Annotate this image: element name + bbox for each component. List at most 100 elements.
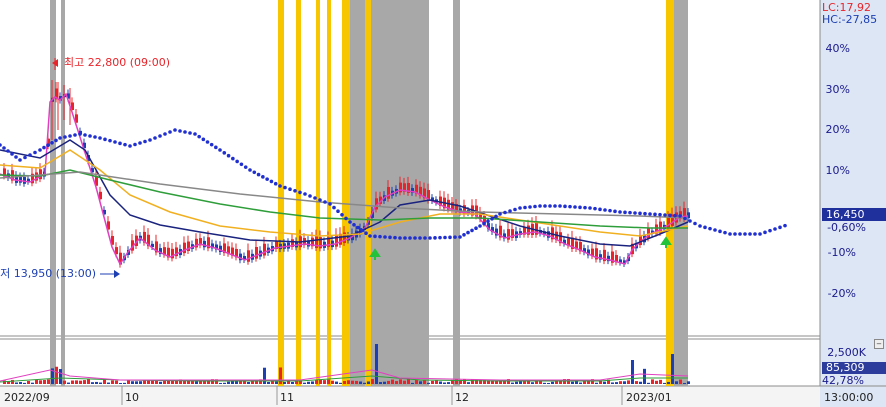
dotted-line-point <box>403 236 407 240</box>
dotted-line-point <box>698 224 702 228</box>
volume-bar <box>223 382 226 384</box>
collapse-icon[interactable]: − <box>874 339 884 349</box>
dotted-line-point <box>408 236 412 240</box>
volume-bar <box>671 354 674 384</box>
dotted-line-point <box>235 159 239 164</box>
dotted-line-point <box>528 205 532 209</box>
dotted-line-point <box>558 204 562 208</box>
volume-bar <box>643 368 646 384</box>
dotted-line-point <box>482 221 486 226</box>
volume-bar <box>627 380 630 384</box>
volume-bar <box>167 380 170 384</box>
volume-bar <box>623 381 626 384</box>
dotted-line-point <box>108 138 112 143</box>
dotted-line-point <box>383 235 387 239</box>
volume-bar <box>587 381 590 384</box>
volume-bar <box>399 379 402 384</box>
candle-body <box>19 176 22 183</box>
highlight-band <box>342 0 350 386</box>
axis-tick-neg10: -10% <box>827 246 856 259</box>
dotted-line-point <box>593 206 597 211</box>
highlight-band <box>50 0 56 386</box>
dotted-line-point <box>14 155 18 159</box>
dotted-line-point <box>252 170 257 175</box>
dotted-line-point <box>2 146 6 150</box>
dotted-line-point <box>693 221 697 226</box>
highlight-band <box>316 0 320 386</box>
volume-bar <box>227 381 230 384</box>
volume-bar <box>131 381 134 384</box>
volume-bar <box>307 381 310 384</box>
dotted-line-point <box>265 177 269 181</box>
dotted-line-point <box>713 228 717 232</box>
dotted-line-point <box>648 212 652 216</box>
dotted-line-point <box>758 232 762 236</box>
dotted-line-point <box>33 150 37 155</box>
dotted-line-point <box>23 155 27 160</box>
volume-bar <box>647 382 650 384</box>
volume-scale: 2,500K <box>827 346 866 359</box>
volume-bar <box>343 381 346 384</box>
volume-bar <box>39 380 42 384</box>
dotted-line-point <box>205 140 210 144</box>
dotted-line-point <box>344 216 348 221</box>
dotted-line-point <box>638 211 642 216</box>
volume-bar <box>407 379 410 384</box>
dotted-line-point <box>738 232 742 236</box>
dotted-line-point <box>356 225 360 230</box>
dotted-line-point <box>703 225 707 230</box>
dotted-line-point <box>318 198 322 202</box>
dotted-line-point <box>332 205 336 210</box>
volume-bar <box>347 380 350 384</box>
dotted-line-point <box>201 137 206 142</box>
dotted-line-point <box>490 217 494 221</box>
dotted-line-point <box>458 235 462 239</box>
dotted-line-point <box>68 134 72 138</box>
volume-bar <box>23 382 26 384</box>
volume-bar <box>115 380 118 384</box>
highlight-band <box>350 0 365 386</box>
volume-bar <box>139 381 142 384</box>
current-price-box: 16,450 <box>822 208 886 221</box>
dotted-line-point <box>283 185 287 190</box>
low-price-annotation: 최저 13,950 (13:00) <box>0 267 97 280</box>
dotted-line-point <box>673 213 677 218</box>
dotted-line-point <box>178 129 182 133</box>
volume-bar <box>431 380 434 384</box>
dotted-line-point <box>360 228 364 233</box>
dotted-line-point <box>494 214 498 219</box>
dotted-line-point <box>214 145 218 150</box>
volume-bar <box>91 382 94 384</box>
volume-bar <box>667 381 670 384</box>
dotted-line-point <box>462 233 466 237</box>
dotted-line-point <box>470 228 474 233</box>
volume-bar <box>55 366 58 384</box>
dotted-line-point <box>778 225 782 230</box>
volume-bar <box>47 379 50 384</box>
volume-bar <box>379 382 382 384</box>
dotted-line-point <box>243 165 248 169</box>
candle-body <box>263 243 266 256</box>
volume-bar <box>143 380 146 384</box>
axis-tick-30: 30% <box>825 83 850 96</box>
dotted-line-point <box>38 148 42 152</box>
dotted-line-point <box>518 206 522 210</box>
dotted-line-point <box>498 212 502 216</box>
volume-bar <box>63 380 66 384</box>
volume-bar <box>311 381 314 384</box>
dotted-line-point <box>336 209 340 213</box>
dotted-line-point <box>93 135 97 139</box>
dotted-line-point <box>328 202 332 206</box>
dotted-line-point <box>623 210 627 215</box>
volume-bar <box>411 382 414 384</box>
volume-bar <box>575 381 578 384</box>
volume-bar <box>651 379 654 384</box>
dotted-line-point <box>231 156 235 161</box>
dotted-line-point <box>678 214 682 218</box>
volume-bar <box>463 379 466 384</box>
volume-bar <box>375 344 378 384</box>
dotted-line-point <box>438 235 442 240</box>
volume-bar <box>159 381 162 384</box>
date-label-2023-01: 2023/01 <box>626 391 672 404</box>
date-label-2022-09: 2022/09 <box>4 391 50 404</box>
